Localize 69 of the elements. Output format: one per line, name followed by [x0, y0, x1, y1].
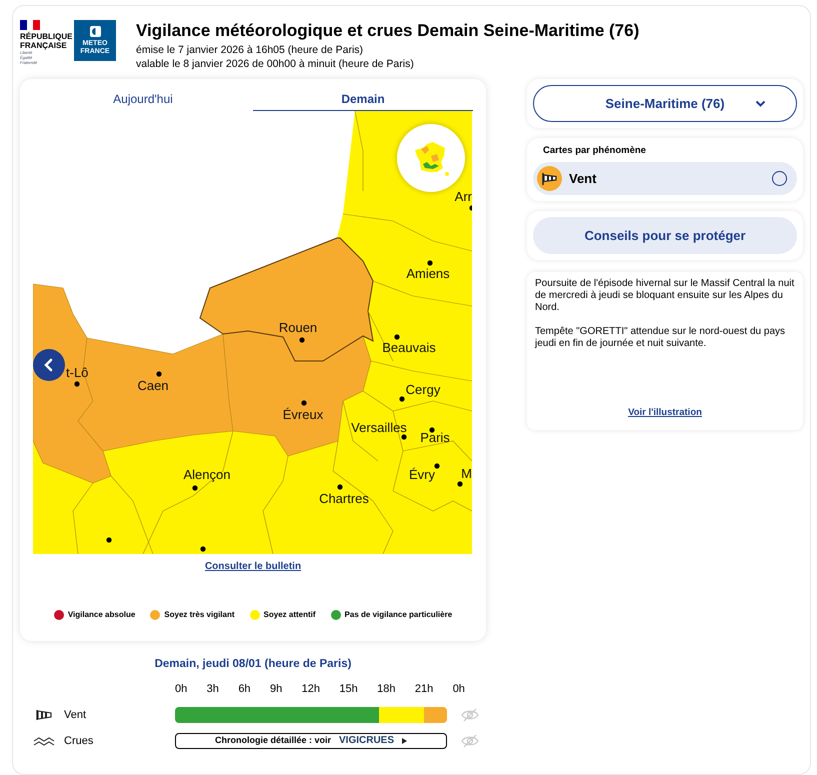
- phenomenon-item[interactable]: Vent: [533, 162, 797, 196]
- city-dot: [337, 484, 343, 490]
- legend-label: Soyez très vigilant: [164, 609, 235, 621]
- hidden-eye-icon[interactable]: [461, 734, 479, 748]
- city-label: Versailles: [351, 420, 407, 435]
- section-heading: Cartes par phénomène: [543, 144, 647, 158]
- city-dot: [156, 371, 162, 377]
- city-dot: [192, 485, 198, 491]
- play-icon: [402, 738, 408, 744]
- hour-label: 12h: [302, 682, 320, 698]
- legend-label: Vigilance absolue: [68, 609, 136, 621]
- windsock-icon: [35, 708, 53, 721]
- city-dot: [106, 537, 112, 543]
- chevron-left-icon: [44, 358, 54, 372]
- vigicrues-button[interactable]: Chronologie détaillée : voir VIGICRUES: [175, 732, 447, 749]
- city-dot: [200, 546, 206, 552]
- bulletin-paragraph: Tempête "GORETTI" attendue sur le nord-ouest du pays jeudi en fin de journée et nuit suivante.: [535, 326, 786, 350]
- city-dot: [429, 427, 435, 433]
- department-select[interactable]: Seine-Maritime (76): [533, 85, 797, 122]
- city-dot: [457, 481, 463, 487]
- city-label: Paris: [420, 430, 450, 445]
- city-dot: [401, 434, 407, 440]
- illustration-link[interactable]: Voir l'illustration: [628, 406, 702, 420]
- city-label: t-Lô: [66, 365, 88, 380]
- radio-button[interactable]: [772, 171, 787, 186]
- tab[interactable]: Aujourd'hui: [33, 89, 253, 111]
- timeline-heading: Demain, jeudi 08/01 (heure de Paris): [154, 657, 352, 672]
- hour-label: 6h: [238, 682, 251, 698]
- city-dot: [74, 381, 80, 387]
- city-label: Évry: [409, 467, 435, 482]
- page-title: Vigilance météorologique et crues Demain Seine-Maritime (76): [136, 21, 640, 41]
- bulletin-link[interactable]: Consulter le bulletin: [204, 559, 302, 574]
- hour-label: 15h: [339, 682, 358, 698]
- issued-date: émise le 7 janvier 2026 à 16h05 (heure de Paris): [136, 43, 364, 57]
- city-dot: [394, 334, 400, 340]
- city-dot: [427, 260, 433, 266]
- city-label: Beauvais: [382, 340, 436, 355]
- bulletin-paragraph: Poursuite de l'épisode hivernal sur le Massif Central la nuit de mercredi à jeudi se bloquant ensuite sur les Alpes du Nord.: [535, 278, 795, 314]
- logo-text: RÉPUBLIQUE FRANÇAISE: [20, 32, 72, 50]
- waves-icon: [33, 736, 55, 746]
- city-dot: [434, 463, 440, 469]
- city-dot: [301, 400, 307, 406]
- windsock-icon: [537, 166, 562, 192]
- row-label: Vent: [64, 708, 88, 722]
- city-label: M: [461, 466, 472, 481]
- city-label: Amiens: [406, 266, 450, 281]
- city-dot: [399, 396, 405, 402]
- hour-label: 9h: [270, 682, 282, 698]
- city-label: Chartres: [319, 491, 369, 506]
- valid-date: valable le 8 janvier 2026 de 00h00 à minuit (heure de Paris): [136, 57, 415, 71]
- hidden-eye-icon[interactable]: [461, 708, 479, 722]
- city-label: Cergy: [406, 382, 440, 397]
- flag-icon: [20, 20, 40, 30]
- row-label: Crues: [64, 734, 94, 748]
- city-label: Évreux: [282, 407, 324, 422]
- city-label: Arr: [454, 189, 472, 204]
- hour-label: 0h: [175, 682, 188, 698]
- hour-label: 18h: [377, 682, 396, 698]
- legend-label: Pas de vigilance particulière: [344, 609, 452, 621]
- legend-label: Soyez attentif: [264, 609, 316, 621]
- chevron-down-icon: [755, 100, 766, 107]
- city-label: Caen: [137, 378, 169, 393]
- city-dot: [299, 337, 305, 343]
- city-label: Rouen: [278, 320, 318, 335]
- city-label: Alençon: [184, 467, 230, 482]
- hour-label: 21h: [414, 682, 434, 698]
- advice-button[interactable]: Conseils pour se protéger: [533, 217, 797, 254]
- hour-label: 0h: [452, 682, 465, 698]
- hour-label: 3h: [206, 682, 219, 698]
